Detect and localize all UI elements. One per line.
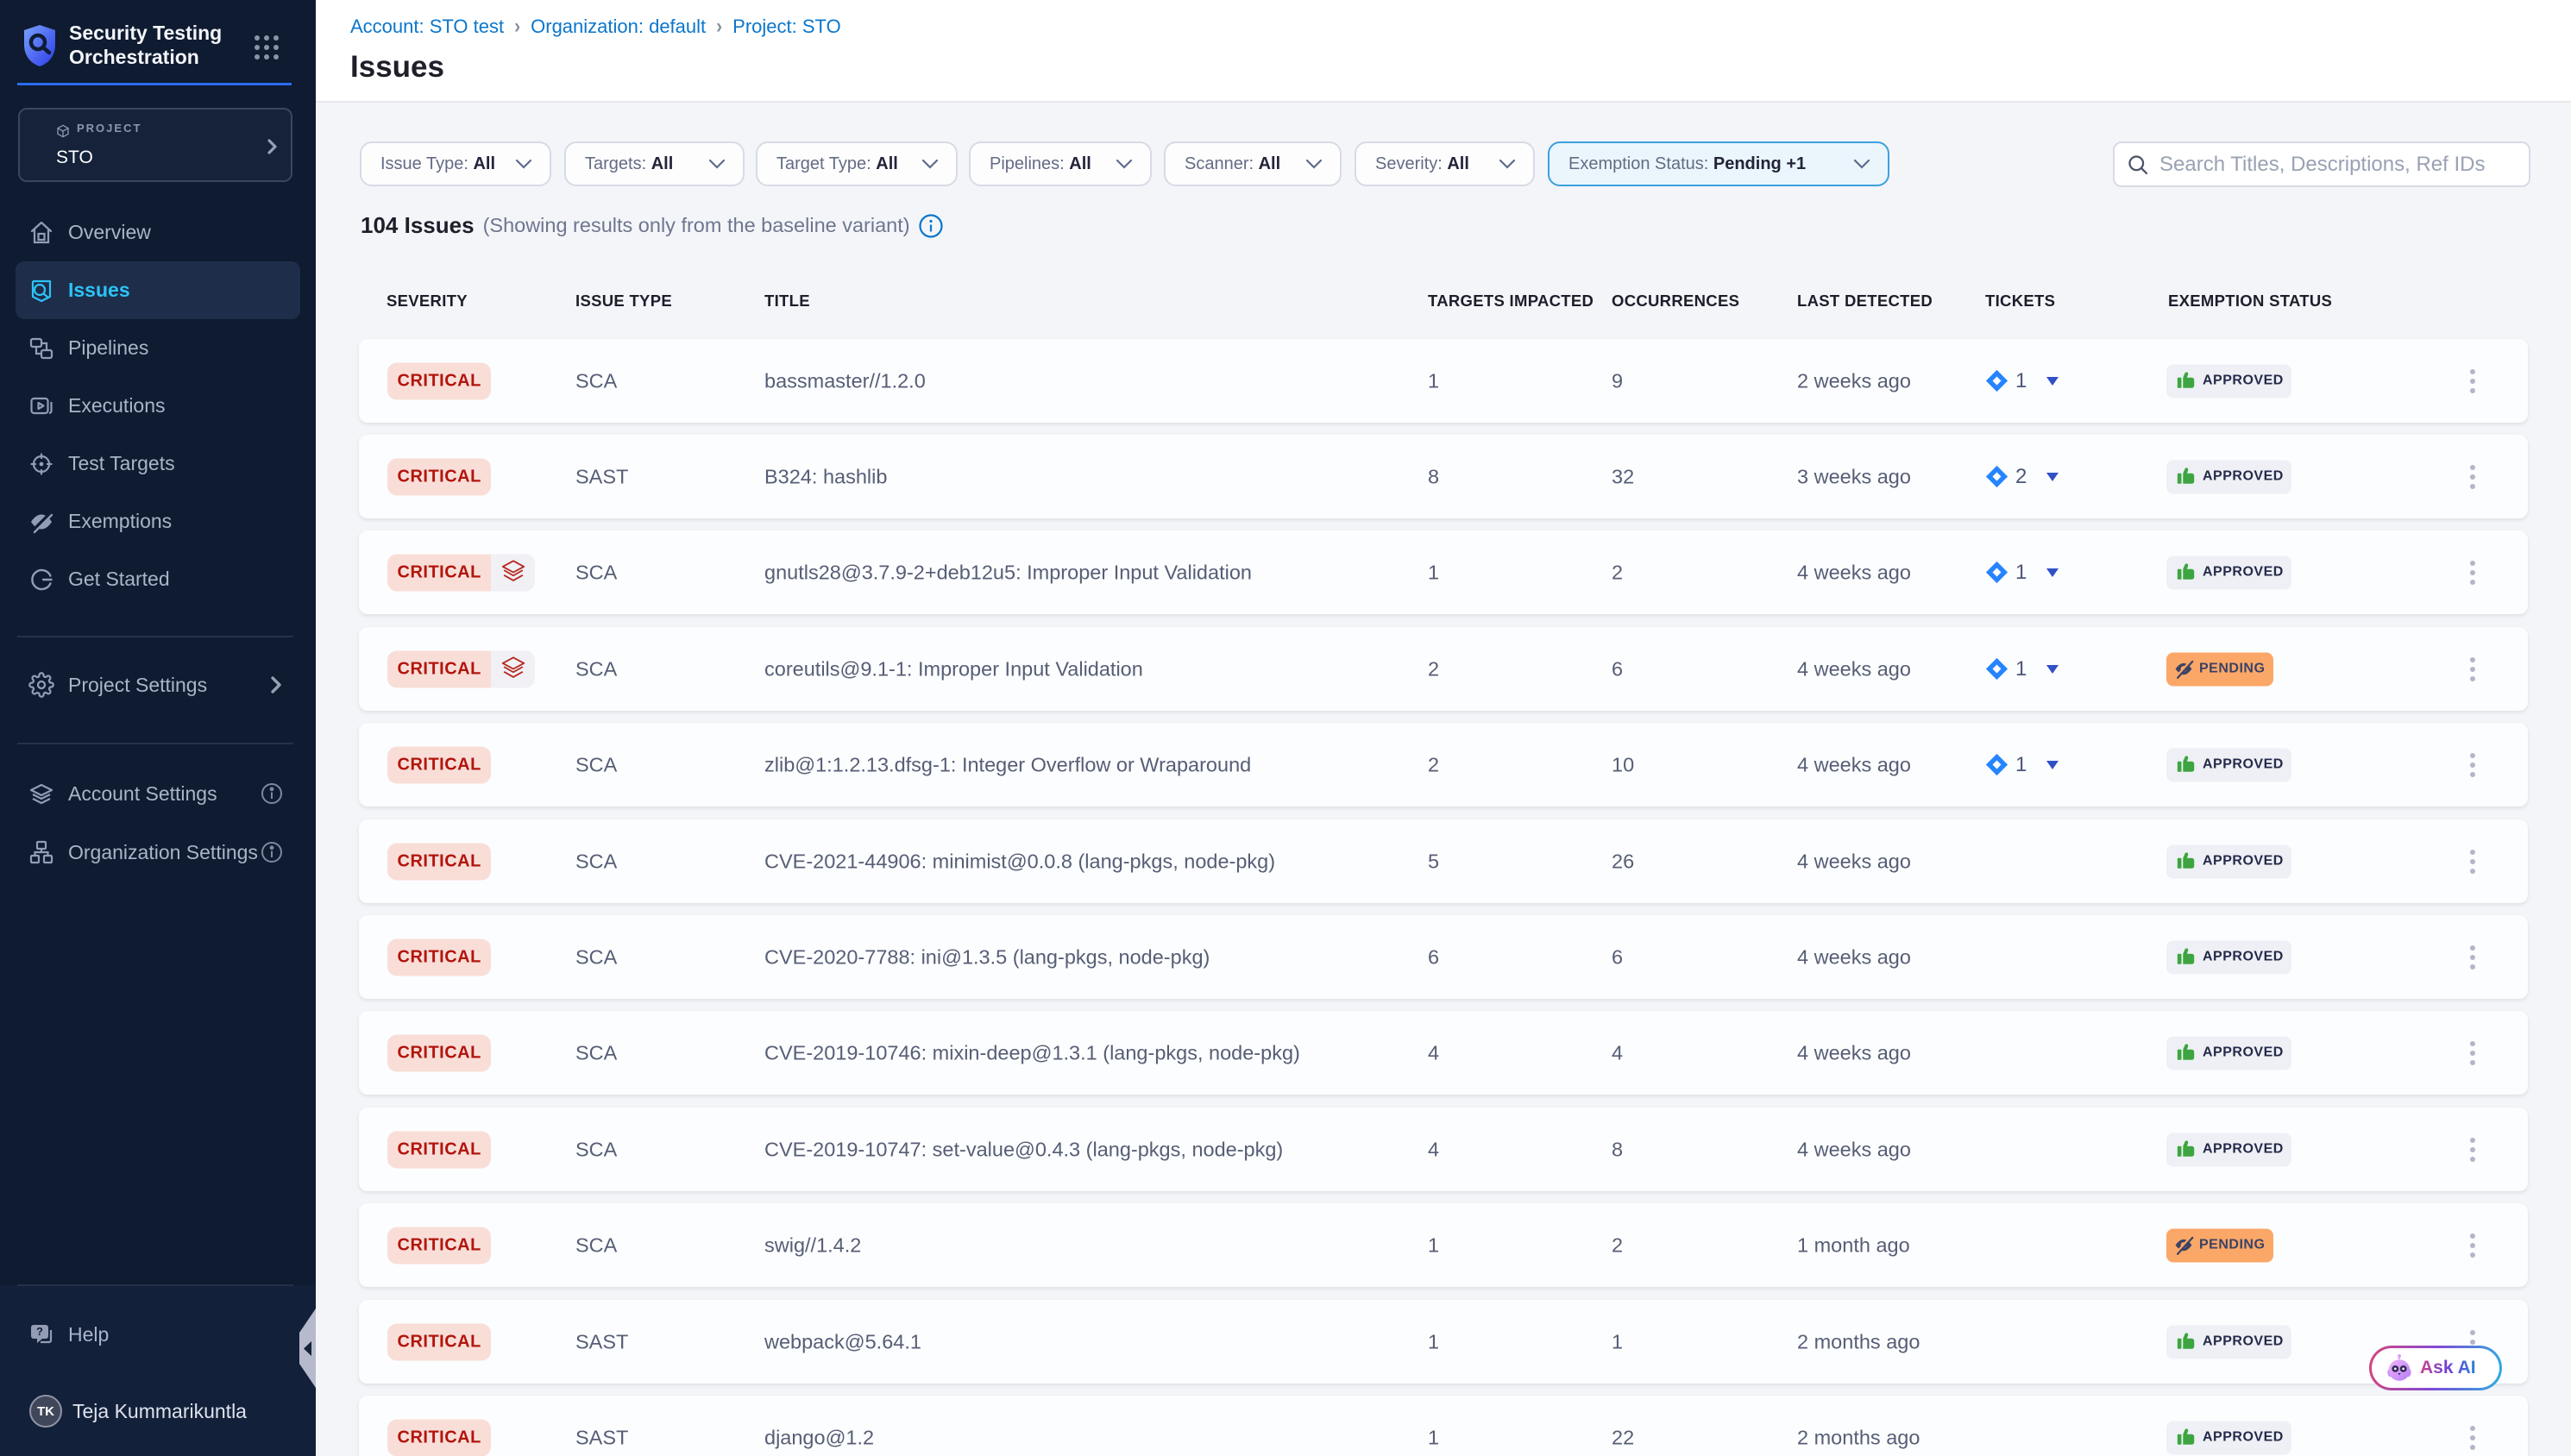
svg-text:?: ?: [36, 1325, 43, 1338]
